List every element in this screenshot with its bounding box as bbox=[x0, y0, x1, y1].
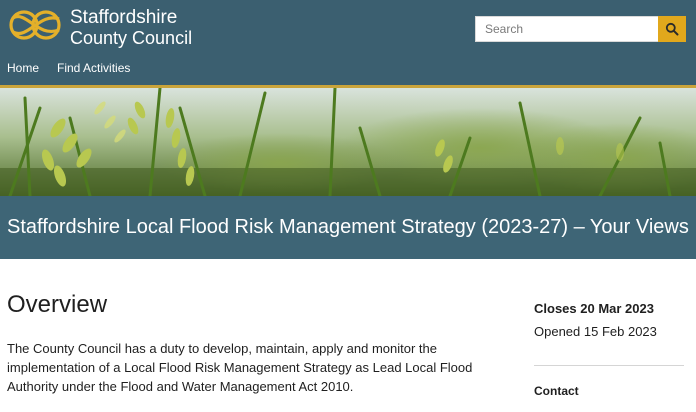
search-button[interactable] bbox=[658, 16, 686, 42]
overview-text: The County Council has a duty to develop… bbox=[7, 341, 473, 394]
search-icon bbox=[665, 22, 679, 36]
search-form bbox=[475, 16, 686, 42]
staffordshire-knot-icon bbox=[9, 10, 61, 40]
consultation-sidebar: Closes 20 Mar 2023 Opened 15 Feb 2023 Co… bbox=[534, 301, 684, 398]
search-input[interactable] bbox=[475, 16, 658, 42]
logo-line-1: Staffordshire bbox=[70, 7, 178, 28]
logo-text: Staffordshire County Council bbox=[70, 6, 192, 47]
page-title-band: Staffordshire Local Flood Risk Managemen… bbox=[0, 196, 696, 259]
opening-date: Opened 15 Feb 2023 bbox=[534, 324, 657, 339]
contact-heading: Contact bbox=[534, 384, 579, 398]
nav-item-find-activities[interactable]: Find Activities bbox=[57, 61, 130, 75]
main-nav: Home Find Activities bbox=[7, 61, 130, 75]
banner-image bbox=[0, 88, 696, 196]
overview-heading: Overview bbox=[7, 291, 108, 318]
site-logo[interactable]: Staffordshire County Council bbox=[8, 6, 192, 47]
page-title: Staffordshire Local Flood Risk Managemen… bbox=[7, 216, 689, 238]
nav-item-home[interactable]: Home bbox=[7, 61, 39, 75]
logo-line-2: County Council bbox=[70, 28, 193, 48]
closing-date: Closes 20 Mar 2023 bbox=[534, 301, 654, 316]
wheat-field-illustration bbox=[0, 88, 696, 196]
site-header: Staffordshire County Council Home Find A… bbox=[0, 0, 696, 88]
sidebar-divider bbox=[534, 365, 684, 366]
